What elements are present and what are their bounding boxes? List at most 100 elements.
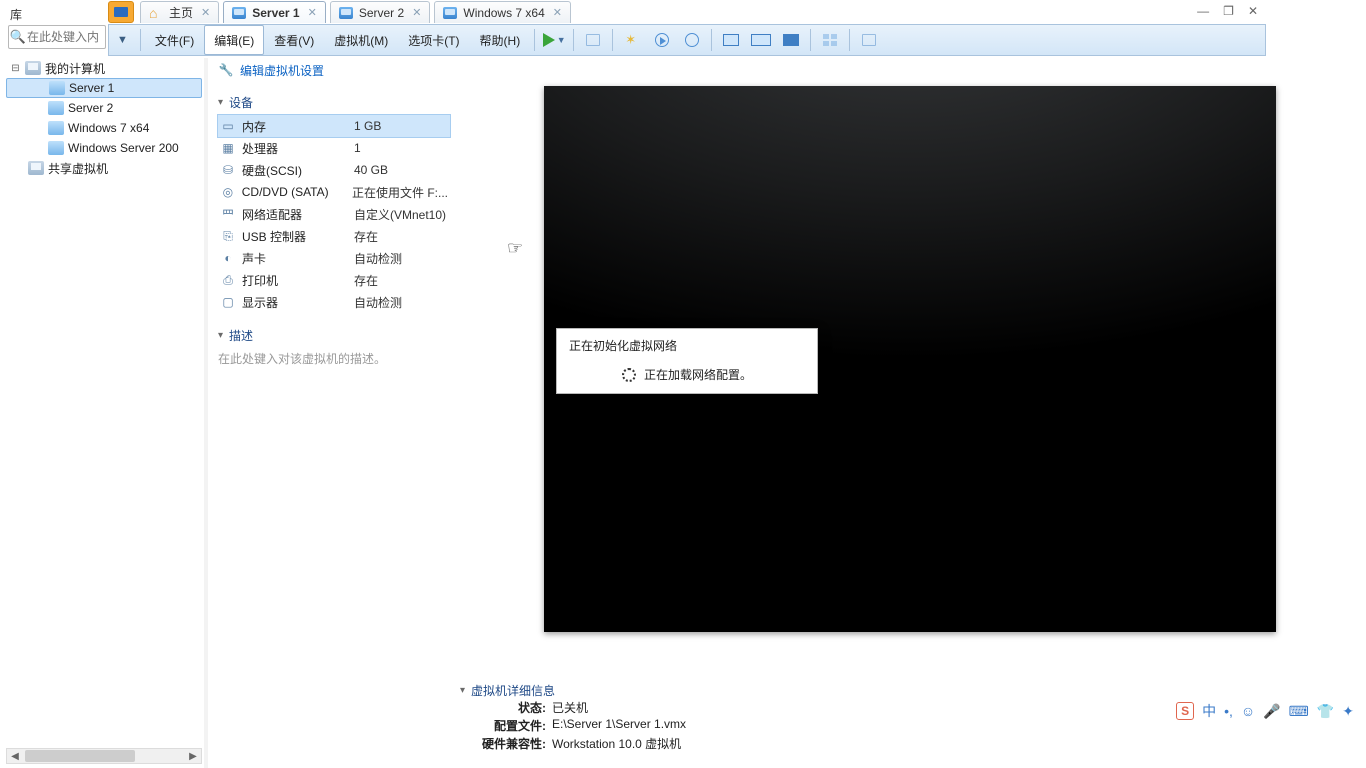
device-row[interactable]: ◎CD/DVD (SATA)正在使用文件 F:... xyxy=(218,181,450,203)
tab-win7[interactable]: Windows 7 x64 ✕ xyxy=(434,1,571,23)
console-icon xyxy=(723,34,739,46)
tree-shared-vms[interactable]: 共享虚拟机 xyxy=(6,158,202,178)
unity-button[interactable] xyxy=(816,28,844,52)
tab-home[interactable]: 主页 ✕ xyxy=(140,1,219,23)
link-edit-settings[interactable]: 🔧 编辑虚拟机设置 xyxy=(218,60,450,80)
device-value: 存在 xyxy=(354,228,378,245)
close-icon[interactable]: ✕ xyxy=(551,6,564,19)
scroll-left-icon[interactable]: ◀ xyxy=(7,751,23,762)
scroll-thumb[interactable] xyxy=(25,750,135,762)
devices-section: ▾设备 ▭内存1 GB▦处理器1⛁硬盘(SCSI)40 GB◎CD/DVD (S… xyxy=(218,94,450,313)
tree-label: Windows 7 x64 xyxy=(68,121,202,135)
tree-hscroll[interactable]: ◀ ▶ xyxy=(6,748,202,764)
collapse-icon[interactable]: ⊟ xyxy=(10,63,21,74)
device-row[interactable]: ▦处理器1 xyxy=(218,137,450,159)
device-row[interactable]: ▭内存1 GB xyxy=(218,115,450,137)
view-fullscreen-button[interactable] xyxy=(777,28,805,52)
device-row[interactable]: ⛁硬盘(SCSI)40 GB xyxy=(218,159,450,181)
close-window-icon[interactable]: ✕ xyxy=(1248,4,1258,18)
power-on-button[interactable]: ▼ xyxy=(540,28,568,52)
caret-down-icon: ▾ xyxy=(218,330,223,341)
menu-dropdown-icon[interactable]: ▼ xyxy=(109,34,136,46)
fullscreen-icon xyxy=(783,34,799,46)
ime-keyboard-icon[interactable]: ⌨ xyxy=(1289,703,1309,720)
device-row[interactable]: ◐声卡自动检测 xyxy=(218,247,450,269)
menu-tabs[interactable]: 选项卡(T) xyxy=(398,25,469,55)
tab-server2[interactable]: Server 2 ✕ xyxy=(330,1,431,23)
close-icon[interactable]: ✕ xyxy=(199,6,212,19)
search-icon: 🔍 xyxy=(9,29,27,45)
vm-icon xyxy=(48,101,64,115)
vm-details-heading[interactable]: ▾虚拟机详细信息 xyxy=(460,682,1000,699)
stretch-icon xyxy=(751,34,771,46)
device-name: USB 控制器 xyxy=(242,228,348,245)
description-heading[interactable]: ▾ 描述 xyxy=(218,327,450,344)
section-title: 描述 xyxy=(229,327,253,344)
device-icon: ▢ xyxy=(220,295,236,309)
search-input[interactable] xyxy=(27,30,101,44)
tree-item-win7[interactable]: Windows 7 x64 xyxy=(6,118,202,138)
restore-icon[interactable]: ❐ xyxy=(1223,4,1234,18)
device-name: 网络适配器 xyxy=(242,206,348,223)
library-tree: ⊟ 我的计算机 Server 1 Server 2 Windows 7 x64 … xyxy=(6,58,202,748)
device-row[interactable]: ▢显示器自动检测 xyxy=(218,291,450,313)
ime-bar[interactable]: S 中 •, ☺ 🎤 ⌨ 👕 ✦ xyxy=(1170,700,1360,722)
device-name: 内存 xyxy=(242,118,348,135)
tree-root-mycomputer[interactable]: ⊟ 我的计算机 xyxy=(6,58,202,78)
snapshot-revert-button[interactable] xyxy=(648,28,676,52)
view-console-button[interactable] xyxy=(717,28,745,52)
thumb-icon xyxy=(862,34,876,46)
snapshot-manage-button[interactable] xyxy=(678,28,706,52)
thumbnail-button[interactable] xyxy=(855,28,883,52)
ime-lang[interactable]: 中 xyxy=(1202,701,1216,721)
vm-icon xyxy=(232,7,246,19)
vm-details-section: ▾虚拟机详细信息 状态:已关机 配置文件:E:\Server 1\Server … xyxy=(460,682,1000,753)
menu-edit[interactable]: 编辑(E) xyxy=(204,25,264,55)
tree-item-server2[interactable]: Server 2 xyxy=(6,98,202,118)
menu-help[interactable]: 帮助(H) xyxy=(470,25,531,55)
device-icon: ◎ xyxy=(220,185,236,199)
menu-vm[interactable]: 虚拟机(M) xyxy=(324,25,398,55)
ime-skin-icon[interactable]: 👕 xyxy=(1317,703,1334,720)
ime-face-icon[interactable]: ☺ xyxy=(1241,703,1255,719)
app-icon[interactable] xyxy=(108,1,134,23)
menu-file[interactable]: 文件(F) xyxy=(145,25,204,55)
splitter[interactable] xyxy=(204,58,208,768)
device-value: 40 GB xyxy=(354,163,388,177)
close-icon[interactable]: ✕ xyxy=(306,6,319,19)
tree-item-server1[interactable]: Server 1 xyxy=(6,78,202,98)
device-row[interactable]: ⎙打印机存在 xyxy=(218,269,450,291)
search-box[interactable]: 🔍 xyxy=(8,25,106,49)
device-row[interactable]: ⺫网络适配器自定义(VMnet10) xyxy=(218,203,450,225)
vm-icon xyxy=(48,141,64,155)
close-icon[interactable]: ✕ xyxy=(410,6,423,19)
tab-server1[interactable]: Server 1 ✕ xyxy=(223,1,326,23)
device-icon: ⎘ xyxy=(220,229,236,244)
section-title: 设备 xyxy=(229,94,253,111)
tree-item-winserver[interactable]: Windows Server 200 xyxy=(6,138,202,158)
pause-icon xyxy=(586,34,600,46)
tab-label: Server 1 xyxy=(252,6,299,20)
spinner-icon xyxy=(622,368,636,382)
ime-tool-icon[interactable]: ✦ xyxy=(1342,703,1354,720)
view-stretch-button[interactable] xyxy=(747,28,775,52)
device-name: 显示器 xyxy=(242,294,348,311)
menu-view[interactable]: 查看(V) xyxy=(264,25,324,55)
scroll-right-icon[interactable]: ▶ xyxy=(185,751,201,762)
ime-mic-icon[interactable]: 🎤 xyxy=(1263,703,1280,720)
device-row[interactable]: ⎘ USB 控制器存在 xyxy=(218,225,450,247)
snapshot-take-button[interactable] xyxy=(618,28,646,52)
suspend-button[interactable] xyxy=(579,28,607,52)
minimize-icon[interactable]: — xyxy=(1197,4,1209,18)
description-placeholder[interactable]: 在此处键入对该虚拟机的描述。 xyxy=(218,350,450,367)
device-name: 声卡 xyxy=(242,250,348,267)
ime-punct[interactable]: •, xyxy=(1224,703,1233,719)
device-icon: ▭ xyxy=(220,119,236,133)
vm-icon xyxy=(339,7,353,19)
caret-down-icon: ▾ xyxy=(218,97,223,108)
tab-label: Windows 7 x64 xyxy=(463,6,544,20)
revert-icon xyxy=(655,33,669,47)
devices-heading[interactable]: ▾ 设备 xyxy=(218,94,450,111)
device-name: 处理器 xyxy=(242,140,348,157)
cursor-icon: ☜ xyxy=(507,238,523,259)
